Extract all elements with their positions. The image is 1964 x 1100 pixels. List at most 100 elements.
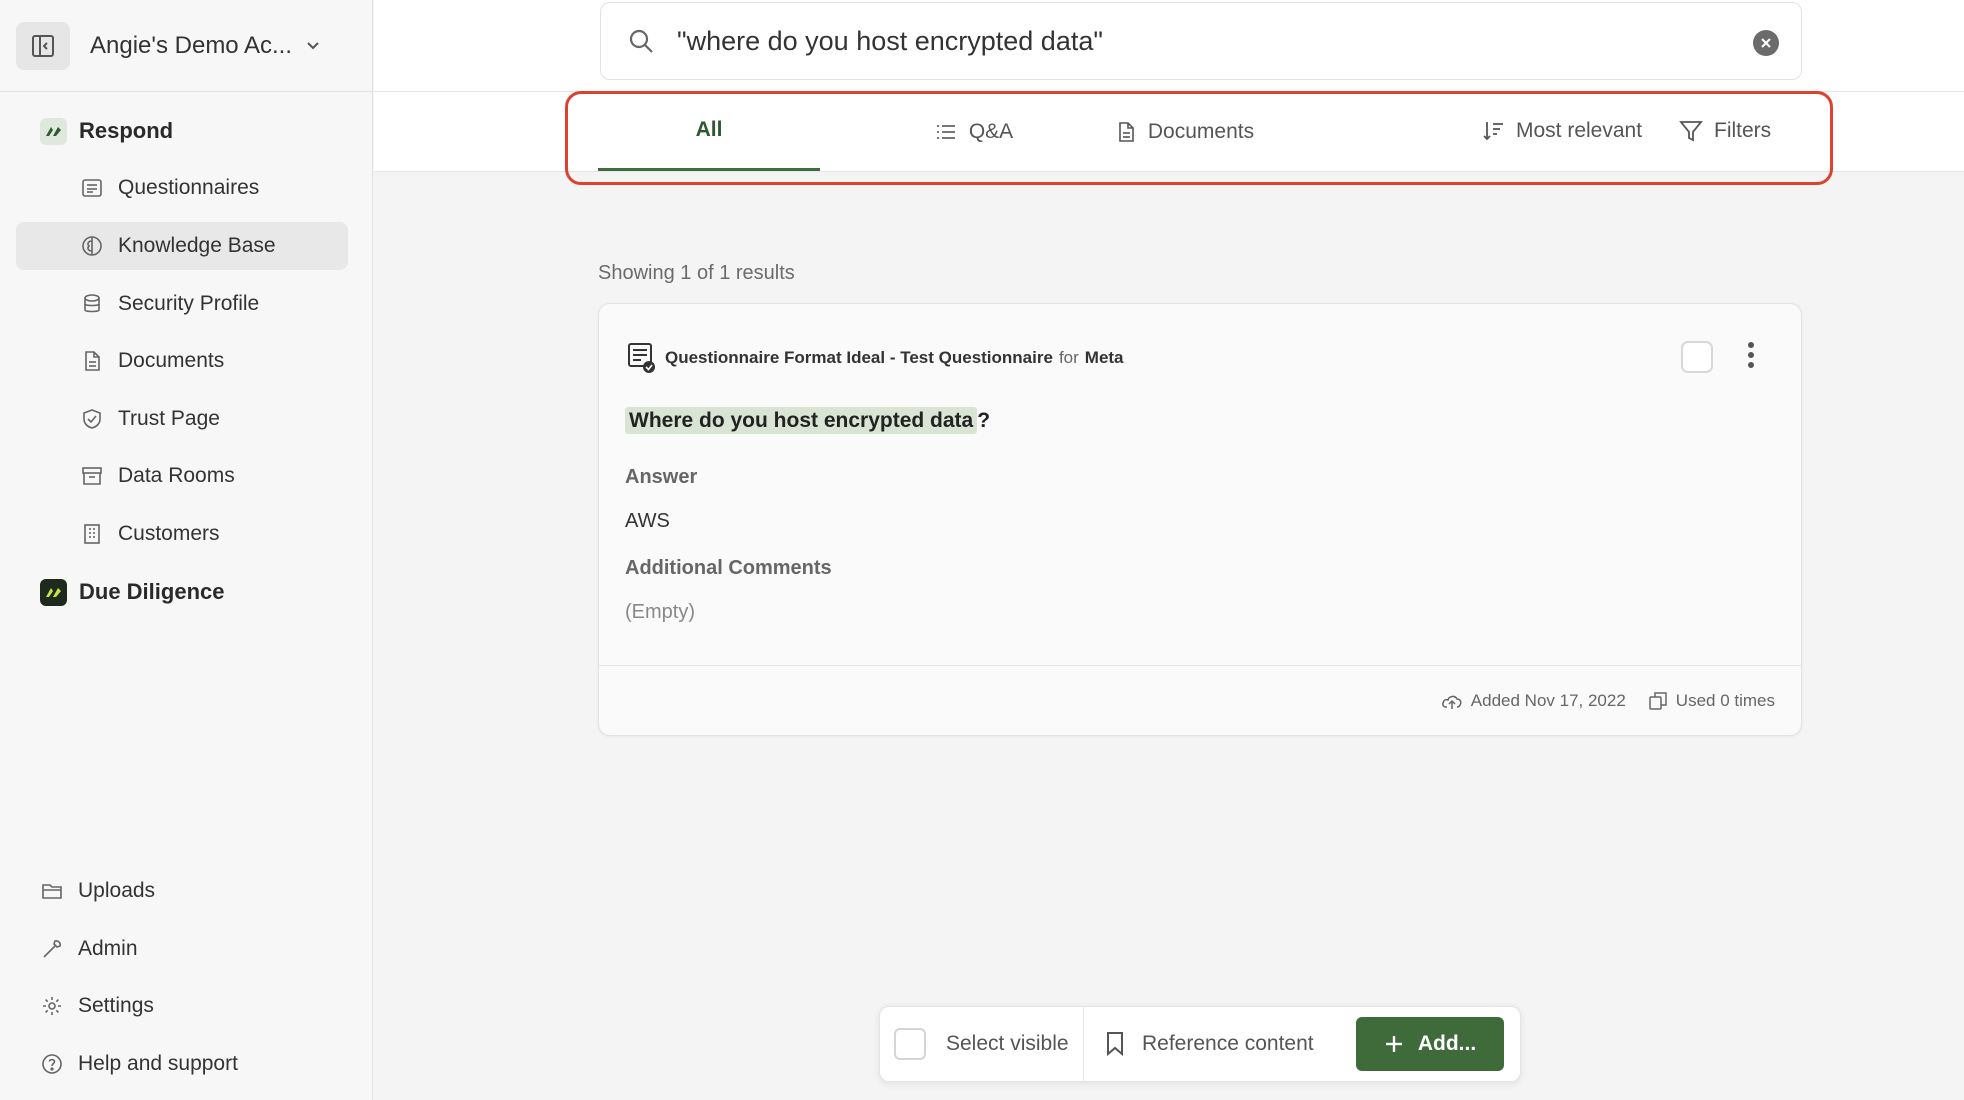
respond-logo-icon [40,117,67,145]
filter-icon [1678,118,1704,144]
select-visible-checkbox[interactable] [894,1028,926,1060]
tab-label: Documents [1147,119,1255,143]
source-company: Meta [1084,348,1124,367]
document-icon [80,349,104,373]
used-text: Used 0 times [1675,690,1775,710]
results-summary: Showing 1 of 1 results [598,262,795,284]
account-name: Angie's Demo Ac... [90,31,293,59]
add-button-label: Add... [1417,1032,1477,1055]
result-select-checkbox[interactable] [1681,341,1713,373]
chevron-down-icon [307,41,319,49]
archive-icon [80,464,104,488]
sidebar-section-label: Due Diligence [79,579,225,604]
result-question: Where do you host encrypted data? [625,407,991,434]
due-diligence-logo-icon [40,578,67,606]
usage-count: Used 0 times [1648,691,1775,711]
select-visible-label: Select visible [946,1032,1069,1055]
top-bar: "where do you host encrypted data" [374,0,1964,92]
sidebar-item-documents[interactable]: Documents [16,337,348,385]
comments-label: Additional Comments [625,557,832,579]
clear-search-button[interactable] [1753,30,1779,56]
tab-label: Q&A [968,119,1014,143]
gear-icon [40,994,64,1018]
copy-icon [1648,691,1668,711]
sidebar-item-admin[interactable]: Admin [40,929,138,969]
question-highlight: Where do you host encrypted data [625,407,978,434]
bulk-action-bar: Select visible Reference content Add... [879,1006,1521,1082]
filters-button[interactable]: Filters [1678,114,1771,148]
sidebar: Angie's Demo Ac... Respond Questionnaire… [0,0,373,1100]
sidebar-item-customers[interactable]: Customers [16,510,348,558]
sidebar-item-settings[interactable]: Settings [40,986,154,1026]
question-suffix: ? [977,409,991,432]
document-icon [1116,121,1136,143]
more-options-icon[interactable] [1747,342,1755,372]
questionnaire-check-icon [628,343,655,373]
sort-label: Most relevant [1516,119,1643,142]
sort-icon [1482,119,1506,143]
sidebar-item-label: Knowledge Base [118,234,276,257]
cloud-upload-icon [1441,692,1463,710]
sidebar-item-label: Security Profile [118,292,260,315]
sidebar-item-label: Admin [78,937,138,960]
panel-left-icon [32,34,54,57]
result-source: Questionnaire Format Ideal - Test Questi… [627,342,1124,374]
source-for-text: for [1058,348,1079,367]
plus-icon [1384,1034,1404,1054]
sort-button[interactable]: Most relevant [1482,114,1642,148]
sidebar-item-label: Settings [78,994,154,1017]
folder-icon [40,879,64,903]
tab-label: All [695,118,723,141]
database-icon [80,292,104,316]
source-questionnaire-link[interactable]: Questionnaire Format Ideal - Test Questi… [665,348,1053,368]
tab-all[interactable]: All [598,92,820,171]
result-tabs-bar: All Q&A Documents Most relevant Filters [374,92,1964,172]
added-date: Added Nov 17, 2022 [1441,691,1626,711]
app-root: Angie's Demo Ac... Respond Questionnaire… [0,0,1964,1100]
sidebar-item-trust-page[interactable]: Trust Page [16,395,348,443]
reference-content-button[interactable]: Reference content [1084,1031,1356,1057]
sidebar-toggle-button[interactable] [16,21,70,70]
sidebar-item-help[interactable]: Help and support [40,1044,238,1084]
search-query[interactable]: "where do you host encrypted data" [677,26,1103,57]
added-text: Added Nov 17, 2022 [1470,690,1626,710]
comments-value: (Empty) [625,601,695,623]
search-icon [629,29,653,53]
sidebar-item-label: Questionnaires [118,176,260,199]
account-switcher[interactable]: Angie's Demo Ac... [0,0,372,92]
sidebar-item-label: Help and support [78,1052,238,1075]
answer-value: AWS [625,510,670,532]
shield-check-icon [80,407,104,431]
sidebar-section-respond[interactable]: Respond [0,108,373,154]
filters-label: Filters [1714,119,1772,142]
tab-qa[interactable]: Q&A [874,92,1074,171]
sidebar-item-label: Trust Page [118,407,220,430]
sidebar-item-label: Documents [118,349,225,372]
answer-label: Answer [625,466,698,488]
close-icon [1761,38,1771,48]
sidebar-item-label: Uploads [78,879,156,902]
sidebar-item-uploads[interactable]: Uploads [40,871,155,911]
sidebar-item-label: Data Rooms [118,464,235,487]
select-visible-button[interactable]: Select visible [880,1007,1084,1081]
reference-content-label: Reference content [1142,1032,1314,1055]
building-icon [80,522,104,546]
sidebar-item-security-profile[interactable]: Security Profile [16,280,348,328]
add-button[interactable]: Add... [1356,1017,1504,1071]
sidebar-item-questionnaires[interactable]: Questionnaires [16,164,348,212]
brain-icon [80,234,104,258]
result-meta: Added Nov 17, 2022 Used 0 times [599,665,1801,735]
sidebar-section-due-diligence[interactable]: Due Diligence [0,569,373,615]
sidebar-section-label: Respond [79,118,174,143]
bookmark-icon [1104,1031,1126,1057]
sidebar-item-data-rooms[interactable]: Data Rooms [16,452,348,500]
sidebar-item-knowledge-base[interactable]: Knowledge Base [16,222,348,270]
help-circle-icon [40,1052,64,1076]
document-list-icon [80,176,104,200]
sidebar-item-label: Customers [118,522,220,545]
tab-documents[interactable]: Documents [1072,92,1298,171]
wrench-icon [40,937,64,961]
list-icon [935,123,957,141]
search-input[interactable]: "where do you host encrypted data" [600,2,1802,80]
result-card[interactable]: Questionnaire Format Ideal - Test Questi… [598,303,1802,736]
